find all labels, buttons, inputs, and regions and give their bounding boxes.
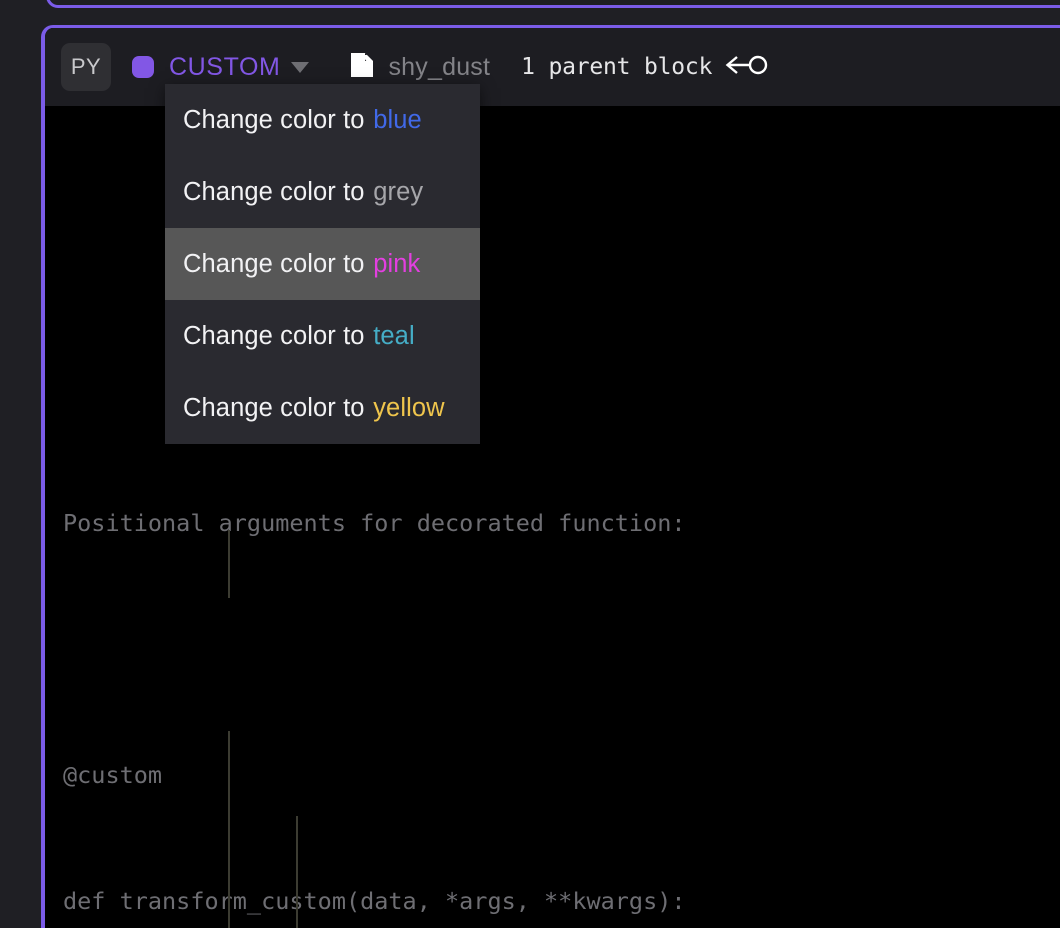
indent-guide xyxy=(228,530,230,598)
parent-blocks-label[interactable]: 1 parent block xyxy=(521,54,712,80)
chevron-down-icon[interactable] xyxy=(291,61,310,73)
language-badge: PY xyxy=(61,43,111,91)
code-line: @custom xyxy=(63,761,163,789)
menu-item-color-word: yellow xyxy=(373,393,445,422)
file-icon xyxy=(349,51,375,84)
block-editor-screen: PY CUSTOM shy_dust 1 parent block Positi… xyxy=(0,0,1060,928)
menu-item-prefix: Change color to xyxy=(183,177,365,206)
menu-item-prefix: Change color to xyxy=(183,321,365,350)
block-color-menu[interactable]: Change color to blue Change color to gre… xyxy=(165,84,480,444)
code-line: Positional arguments for decorated funct… xyxy=(63,509,686,537)
block-color-dot[interactable] xyxy=(132,56,154,78)
previous-block-outline xyxy=(46,0,1060,8)
menu-item-color-word: blue xyxy=(373,105,422,134)
indent-guide xyxy=(296,816,298,928)
menu-item-change-color-blue[interactable]: Change color to blue xyxy=(165,84,480,156)
block-type-label[interactable]: CUSTOM xyxy=(169,53,280,82)
language-badge-label: PY xyxy=(70,54,102,79)
arrow-left-from-circle-icon[interactable] xyxy=(724,52,768,83)
menu-item-color-word: grey xyxy=(373,177,424,206)
menu-item-prefix: Change color to xyxy=(183,105,365,134)
block-name-label[interactable]: shy_dust xyxy=(388,53,490,82)
menu-item-prefix: Change color to xyxy=(183,249,365,278)
menu-item-change-color-yellow[interactable]: Change color to yellow xyxy=(165,372,480,444)
code-line: def transform_custom(data, *args, **kwar… xyxy=(63,887,686,915)
menu-item-change-color-pink[interactable]: Change color to pink xyxy=(165,228,480,300)
menu-item-color-word: teal xyxy=(373,321,415,350)
menu-item-color-word: pink xyxy=(373,249,421,278)
menu-item-prefix: Change color to xyxy=(183,393,365,422)
menu-item-change-color-grey[interactable]: Change color to grey xyxy=(165,156,480,228)
menu-item-change-color-teal[interactable]: Change color to teal xyxy=(165,300,480,372)
indent-guide xyxy=(228,731,230,928)
